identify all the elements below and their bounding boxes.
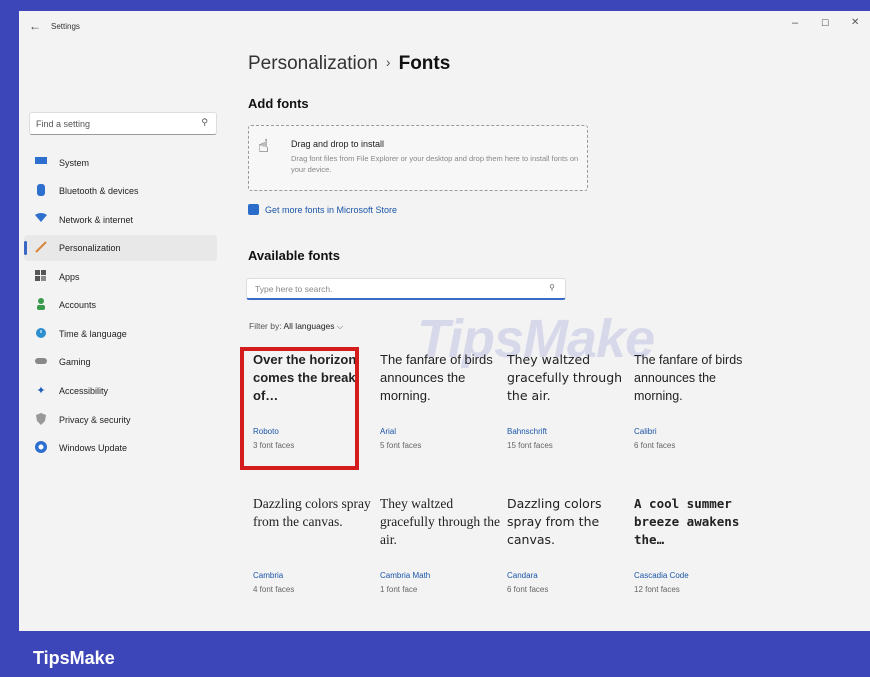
accessibility-icon: ✦ bbox=[36, 385, 46, 397]
person-icon bbox=[34, 298, 48, 312]
sidebar-item-accessibility[interactable]: ✦ Accessibility bbox=[24, 378, 217, 404]
font-name: Calibri bbox=[634, 427, 657, 436]
search-icon: ⚲ bbox=[201, 117, 208, 127]
available-fonts-heading: Available fonts bbox=[248, 248, 340, 263]
breadcrumb-separator: › bbox=[385, 54, 391, 70]
sidebar-item-apps[interactable]: Apps bbox=[24, 264, 217, 290]
back-arrow-icon[interactable]: ← bbox=[29, 19, 41, 33]
sidebar-item-gaming[interactable]: Gaming bbox=[24, 349, 217, 375]
maximize-icon[interactable]: ☐ bbox=[821, 18, 829, 29]
page-title: Fonts bbox=[398, 53, 451, 74]
globe-clock-icon bbox=[34, 327, 48, 341]
font-card-arial[interactable]: The fanfare of birds announces the morni… bbox=[377, 351, 502, 471]
shield-icon bbox=[34, 413, 48, 427]
font-drop-zone[interactable]: ☝ Drag and drop to install Drag font fil… bbox=[248, 125, 588, 191]
font-sample: The fanfare of birds announces the morni… bbox=[380, 352, 493, 403]
sidebar-item-label: Privacy & security bbox=[59, 415, 131, 425]
font-search-placeholder: Type here to search. bbox=[255, 284, 333, 294]
footer-brand: TipsMake bbox=[33, 648, 115, 668]
sidebar-item-windows-update[interactable]: Windows Update bbox=[24, 435, 217, 461]
sidebar-item-time-language[interactable]: Time & language bbox=[24, 321, 217, 347]
window-title: Settings bbox=[51, 22, 80, 31]
sidebar-item-label: Accessibility bbox=[59, 386, 109, 396]
close-icon[interactable]: ✕ bbox=[851, 17, 859, 28]
sidebar-item-label: System bbox=[59, 158, 90, 168]
wifi-icon bbox=[34, 213, 48, 227]
filter-label: Filter by: bbox=[249, 321, 282, 331]
sidebar-item-system[interactable]: System bbox=[24, 150, 217, 176]
store-link-label: Get more fonts in Microsoft Store bbox=[265, 205, 398, 215]
breadcrumb-parent[interactable]: Personalization bbox=[248, 53, 378, 74]
search-icon: ⚲ bbox=[549, 283, 555, 292]
sidebar-item-privacy[interactable]: Privacy & security bbox=[24, 407, 217, 433]
font-sample: Dazzling colors spray from the canvas. bbox=[253, 496, 371, 529]
font-face-count: 6 font faces bbox=[507, 585, 549, 594]
gamepad-icon bbox=[34, 355, 48, 369]
find-setting-search[interactable]: Find a setting ⚲ bbox=[29, 112, 217, 135]
font-name: Candara bbox=[507, 571, 538, 580]
font-face-count: 1 font face bbox=[380, 585, 418, 594]
drop-zone-description: Drag font files from File Explorer or yo… bbox=[291, 154, 579, 174]
bluetooth-icon bbox=[34, 184, 48, 198]
font-sample: They waltzed gracefully through the air. bbox=[380, 496, 500, 547]
sidebar-item-label: Accounts bbox=[59, 300, 97, 310]
font-face-count: 12 font faces bbox=[634, 585, 680, 594]
font-sample: The fanfare of birds announces the morni… bbox=[634, 353, 743, 403]
screenshot-frame: ← Settings – ☐ ✕ Find a setting ⚲ System… bbox=[0, 0, 870, 677]
font-face-count: 15 font faces bbox=[507, 441, 553, 450]
sidebar-item-label: Gaming bbox=[59, 357, 91, 367]
sidebar-item-label: Network & internet bbox=[59, 215, 134, 225]
language-filter[interactable]: Filter by: All languages ⌵ bbox=[249, 321, 343, 332]
font-card-bahnschrift[interactable]: They waltzed gracefully through the air.… bbox=[504, 351, 629, 471]
brush-icon bbox=[34, 241, 48, 255]
font-name: Cambria Math bbox=[380, 571, 431, 580]
font-sample: Dazzling colors spray from the canvas. bbox=[507, 496, 602, 547]
font-name: Cambria bbox=[253, 571, 284, 580]
sidebar-item-label: Apps bbox=[59, 272, 80, 282]
drop-zone-title: Drag and drop to install bbox=[291, 139, 385, 149]
settings-window: ← Settings – ☐ ✕ Find a setting ⚲ System… bbox=[19, 11, 870, 631]
font-card-candara[interactable]: Dazzling colors spray from the canvas. C… bbox=[504, 495, 629, 615]
apps-icon bbox=[34, 270, 48, 284]
title-bar: ← Settings – ☐ ✕ bbox=[19, 11, 870, 43]
sidebar-item-label: Personalization bbox=[59, 243, 121, 253]
monitor-icon bbox=[34, 156, 48, 170]
add-fonts-heading: Add fonts bbox=[248, 96, 309, 111]
breadcrumb: Personalization › Fonts bbox=[248, 53, 450, 75]
hand-pointer-icon: ☝ bbox=[258, 136, 269, 156]
font-card-cambria[interactable]: Dazzling colors spray from the canvas. C… bbox=[250, 495, 375, 615]
font-name: Bahnschrift bbox=[507, 427, 548, 436]
update-icon bbox=[34, 441, 48, 455]
minimize-icon[interactable]: – bbox=[792, 17, 798, 29]
font-card-cambria-math[interactable]: They waltzed gracefully through the air.… bbox=[377, 495, 502, 615]
font-search-input[interactable]: Type here to search. ⚲ bbox=[246, 278, 566, 300]
chevron-down-icon: ⌵ bbox=[336, 321, 344, 331]
sidebar-item-accounts[interactable]: Accounts bbox=[24, 292, 217, 318]
font-sample: They waltzed gracefully through the air. bbox=[507, 352, 623, 403]
sidebar-item-label: Bluetooth & devices bbox=[59, 186, 139, 196]
sidebar-item-personalization[interactable]: Personalization bbox=[24, 235, 217, 261]
sidebar-item-label: Windows Update bbox=[59, 443, 128, 453]
sidebar-item-label: Time & language bbox=[59, 329, 127, 339]
font-card-calibri[interactable]: The fanfare of birds announces the morni… bbox=[631, 351, 756, 471]
filter-value: All languages bbox=[283, 321, 335, 331]
sidebar-item-bluetooth[interactable]: Bluetooth & devices bbox=[24, 178, 217, 204]
font-name: Arial bbox=[380, 427, 397, 436]
red-highlight-box bbox=[240, 347, 359, 470]
active-indicator bbox=[24, 241, 27, 255]
font-face-count: 6 font faces bbox=[634, 441, 676, 450]
find-setting-placeholder: Find a setting bbox=[36, 119, 91, 129]
font-card-cascadia-code[interactable]: A cool summer breeze awakens the… Cascad… bbox=[631, 495, 756, 615]
font-face-count: 4 font faces bbox=[253, 585, 295, 594]
store-icon bbox=[248, 204, 259, 215]
font-name: Cascadia Code bbox=[634, 571, 689, 580]
font-face-count: 5 font faces bbox=[380, 441, 422, 450]
microsoft-store-link[interactable]: Get more fonts in Microsoft Store bbox=[248, 204, 397, 215]
font-sample: A cool summer breeze awakens the… bbox=[634, 496, 740, 547]
sidebar-item-network[interactable]: Network & internet bbox=[24, 207, 217, 233]
